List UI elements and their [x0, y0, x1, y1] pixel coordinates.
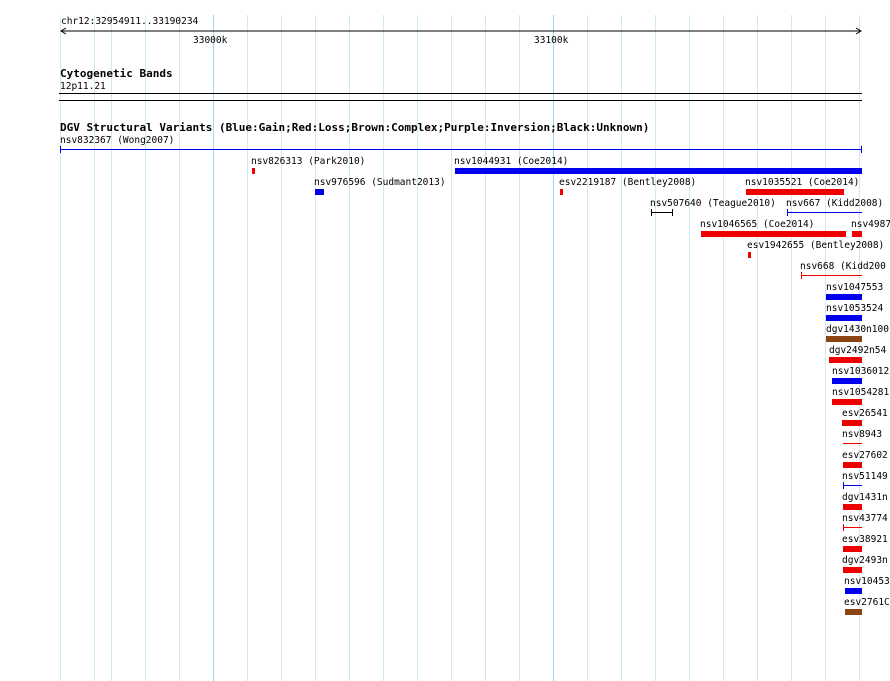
genome-browser-view: chr12:32954911..33190234 33000k 33100k C…: [0, 0, 890, 681]
feature-label[interactable]: nsv10453: [844, 576, 890, 587]
feature-label[interactable]: dgv2493n: [842, 555, 888, 566]
feature-label[interactable]: nsv1053524: [826, 303, 883, 314]
grid-line: [417, 15, 418, 681]
grid-line: [519, 15, 520, 681]
variant-glyph[interactable]: [826, 315, 862, 321]
grid-line: [655, 15, 656, 681]
variant-glyph-cap: [801, 272, 802, 279]
grid-line: [587, 15, 588, 681]
feature-label[interactable]: esv27602: [842, 450, 888, 461]
variant-glyph[interactable]: [843, 567, 862, 573]
variant-glyph[interactable]: [829, 357, 862, 363]
feature-label[interactable]: dgv2492n54: [829, 345, 886, 356]
grid-line: [247, 15, 248, 681]
feature-label[interactable]: nsv43774: [842, 513, 888, 524]
variant-glyph[interactable]: [252, 168, 255, 174]
grid-line: [111, 15, 112, 681]
grid-line: [94, 15, 95, 681]
grid-line: [213, 15, 214, 681]
grid-line: [145, 15, 146, 681]
variant-glyph[interactable]: [787, 212, 862, 213]
feature-label[interactable]: nsv826313 (Park2010): [251, 156, 365, 167]
variant-glyph[interactable]: [746, 189, 844, 195]
variant-glyph-cap: [672, 209, 673, 216]
grid-line: [383, 15, 384, 681]
grid-line: [281, 15, 282, 681]
feature-label[interactable]: dgv1430n100: [826, 324, 889, 335]
variant-glyph[interactable]: [315, 189, 324, 195]
variant-glyph-cap: [861, 146, 862, 153]
variant-glyph[interactable]: [60, 149, 862, 150]
variant-glyph[interactable]: [801, 275, 862, 276]
feature-label[interactable]: nsv667 (Kidd2008): [786, 198, 883, 209]
feature-label[interactable]: esv1942655 (Bentley2008): [747, 240, 884, 251]
grid-line: [60, 15, 61, 681]
grid-line: [451, 15, 452, 681]
feature-label[interactable]: esv2761C: [844, 597, 890, 608]
variant-glyph-cap: [787, 209, 788, 216]
grid-line: [689, 15, 690, 681]
cytoband-top-line: [59, 93, 862, 94]
grid-line: [349, 15, 350, 681]
feature-label[interactable]: esv38921: [842, 534, 888, 545]
variant-glyph-cap: [60, 146, 61, 153]
ruler: [60, 27, 862, 35]
cytoband-track-title: Cytogenetic Bands: [60, 67, 173, 80]
ruler-tick-label: 33000k: [193, 35, 228, 46]
grid-line: [179, 15, 180, 681]
variant-glyph[interactable]: [748, 252, 751, 258]
feature-label[interactable]: nsv1054281: [832, 387, 889, 398]
variant-glyph[interactable]: [852, 231, 862, 237]
variant-glyph[interactable]: [826, 294, 862, 300]
feature-label[interactable]: nsv1044931 (Coe2014): [454, 156, 568, 167]
grid-line: [315, 15, 316, 681]
variant-glyph[interactable]: [845, 609, 862, 615]
feature-label[interactable]: nsv1046565 (Coe2014): [700, 219, 814, 230]
feature-label[interactable]: esv26541: [842, 408, 888, 419]
variant-glyph[interactable]: [843, 443, 862, 444]
variant-glyph[interactable]: [832, 378, 862, 384]
dgv-track-title: DGV Structural Variants (Blue:Gain;Red:L…: [60, 121, 650, 134]
feature-label[interactable]: nsv4987: [851, 219, 890, 230]
grid-line: [485, 15, 486, 681]
grid-line: [723, 15, 724, 681]
grid-line: [757, 15, 758, 681]
variant-glyph[interactable]: [843, 485, 862, 486]
feature-label[interactable]: nsv8943: [842, 429, 882, 440]
feature-label[interactable]: nsv832367 (Wong2007): [60, 135, 174, 146]
variant-glyph[interactable]: [455, 168, 862, 174]
variant-glyph-cap: [843, 482, 844, 489]
grid-line: [791, 15, 792, 681]
variant-glyph[interactable]: [560, 189, 563, 195]
ruler-tick-label: 33100k: [534, 35, 569, 46]
feature-label[interactable]: nsv51149: [842, 471, 888, 482]
feature-label[interactable]: nsv507640 (Teague2010): [650, 198, 776, 209]
variant-glyph-cap: [843, 524, 844, 531]
variant-glyph[interactable]: [826, 336, 862, 342]
variant-glyph-cap: [651, 209, 652, 216]
feature-label[interactable]: nsv1036012: [832, 366, 889, 377]
grid-line: [825, 15, 826, 681]
variant-glyph[interactable]: [843, 527, 862, 528]
feature-label[interactable]: nsv1047553: [826, 282, 883, 293]
variant-glyph[interactable]: [843, 546, 862, 552]
variant-glyph[interactable]: [843, 504, 862, 510]
feature-label[interactable]: esv2219187 (Bentley2008): [559, 177, 696, 188]
variant-glyph[interactable]: [845, 588, 862, 594]
grid-line: [621, 15, 622, 681]
variant-glyph[interactable]: [701, 231, 846, 237]
cytoband-label[interactable]: 12p11.21: [60, 81, 106, 92]
variant-glyph[interactable]: [843, 462, 862, 468]
grid-line: [553, 15, 554, 681]
variant-glyph[interactable]: [842, 420, 862, 426]
feature-label[interactable]: dgv1431n: [842, 492, 888, 503]
feature-label[interactable]: nsv1035521 (Coe2014): [745, 177, 859, 188]
feature-label[interactable]: nsv668 (Kidd200: [800, 261, 886, 272]
variant-glyph[interactable]: [832, 399, 862, 405]
feature-label[interactable]: nsv976596 (Sudmant2013): [314, 177, 446, 188]
variant-glyph[interactable]: [651, 212, 673, 213]
cytoband-bottom-line: [59, 100, 862, 101]
